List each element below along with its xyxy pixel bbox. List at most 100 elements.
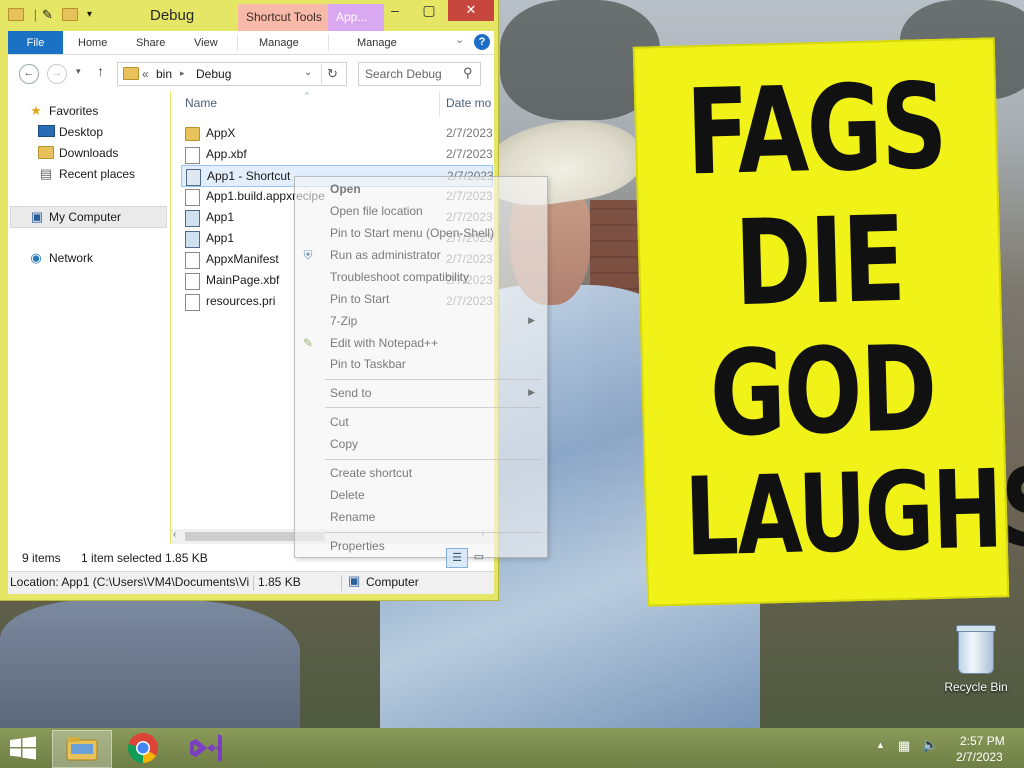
recycle-bin-shortcut[interactable]: Recycle Bin [936, 625, 1016, 694]
volume-icon[interactable]: 🔈 [922, 737, 938, 753]
column-header-name[interactable]: Name [185, 96, 217, 110]
properties-icon[interactable]: ✎ [40, 7, 55, 22]
menu-item-troubleshoot-compatibility[interactable]: Troubleshoot compatibility [330, 270, 469, 284]
sidebar-item-label: My Computer [49, 210, 122, 224]
close-button[interactable]: ✕ [448, 0, 494, 21]
file-name: MainPage.xbf [206, 273, 280, 287]
menu-separator [325, 532, 541, 533]
back-button[interactable]: ← [19, 64, 39, 84]
menu-item-send-to[interactable]: Send to [330, 386, 371, 400]
search-input[interactable]: Search Debug ⚲ [358, 62, 481, 86]
file-size: 1.85 KB [258, 575, 301, 589]
folder-icon [8, 7, 24, 22]
address-bar[interactable]: « bin ▸ Debug ⌄ ↻ [117, 62, 347, 86]
clock-date[interactable]: 2/7/2023 [956, 750, 1003, 764]
scroll-left-icon[interactable]: ‹ [173, 529, 176, 540]
menu-item-pin-to-start[interactable]: Pin to Start [330, 292, 389, 306]
location-info: Location: App1 (C:\Users\VM4\Documents\V… [10, 575, 250, 589]
minimize-button[interactable]: – [380, 0, 410, 21]
shield-icon: ⛨ [303, 248, 313, 262]
menu-item-edit-with-notepadpp[interactable]: Edit with Notepad++ [330, 336, 438, 350]
address-dropdown-icon[interactable]: ⌄ [304, 67, 312, 78]
tab-manage-shortcut[interactable]: Manage [259, 31, 299, 54]
app-icon [185, 231, 200, 248]
file-name: App1 [206, 210, 235, 224]
navigation-pane: ★ Favorites Desktop Downloads ▤ Recent p… [8, 91, 170, 544]
sidebar-item-label: Downloads [59, 146, 119, 160]
breadcrumb-overflow[interactable]: « [142, 67, 149, 81]
menu-item-open-file-location[interactable]: Open file location [330, 204, 423, 218]
tab-manage-app[interactable]: Manage [357, 31, 397, 54]
menu-item-rename[interactable]: Rename [330, 510, 375, 524]
chrome-icon [127, 733, 158, 763]
file-explorer-icon [66, 737, 98, 761]
sidebar-item-label: Recent places [59, 167, 136, 181]
doc-icon [185, 252, 200, 269]
column-divider[interactable] [439, 91, 440, 117]
taskbar-chrome[interactable] [114, 730, 172, 766]
file-row[interactable]: AppX 2/7/2023 [181, 123, 494, 143]
recycle-bin-icon [956, 625, 996, 674]
maximize-button[interactable]: ▢ [414, 0, 444, 21]
help-icon[interactable]: ? [474, 34, 490, 50]
recent-locations-chevron-icon[interactable]: ▾ [76, 66, 81, 77]
menu-separator [325, 379, 541, 380]
sign-line: DIE [733, 189, 906, 333]
large-icons-view-icon[interactable]: ▭ [470, 548, 488, 566]
desktop-icon [38, 125, 55, 139]
sidebar-item-my-computer[interactable]: ▣ My Computer [10, 206, 167, 228]
doc-icon [185, 189, 200, 206]
system-tray: ▲ ▦ 🔈 2:57 PM 2/7/2023 [870, 728, 1024, 768]
tab-view[interactable]: View [194, 31, 218, 54]
file-name: AppX [206, 126, 236, 140]
taskbar-visual-studio[interactable] [176, 730, 234, 766]
app-tools-tab[interactable]: App... [328, 4, 384, 31]
file-name: App1 - Shortcut [207, 169, 291, 183]
tab-share[interactable]: Share [136, 31, 165, 54]
menu-item-pin-to-start-menu[interactable]: Pin to Start menu (Open-Shell) [330, 226, 494, 240]
column-header-date[interactable]: Date mo [446, 96, 491, 110]
taskbar-file-explorer[interactable] [52, 730, 112, 768]
menu-item-create-shortcut[interactable]: Create shortcut [330, 466, 412, 480]
menu-item-7zip[interactable]: 7-Zip [330, 314, 357, 328]
up-arrow-icon[interactable]: ↑ [97, 63, 104, 79]
menu-item-pin-to-taskbar[interactable]: Pin to Taskbar [330, 357, 406, 371]
menu-item-copy[interactable]: Copy [330, 437, 358, 451]
file-name: AppxManifest [206, 252, 279, 266]
forward-button[interactable]: → [47, 64, 67, 84]
title-bar[interactable]: | ✎ ▾ Debug Shortcut Tools App... – ▢ ✕ [0, 0, 498, 31]
item-count: 9 items [22, 551, 61, 565]
context-menu: Open Open file location Pin to Start men… [294, 176, 548, 558]
menu-item-cut[interactable]: Cut [330, 415, 349, 429]
shortcut-tools-tab[interactable]: Shortcut Tools [238, 4, 336, 31]
breadcrumb-bin[interactable]: bin [156, 67, 172, 81]
qat-dropdown-icon[interactable]: ▾ [82, 7, 97, 22]
show-hidden-icons-icon[interactable]: ▲ [876, 740, 885, 750]
new-folder-icon[interactable] [62, 7, 78, 22]
menu-separator [325, 459, 541, 460]
clock-time[interactable]: 2:57 PM [960, 734, 1005, 748]
refresh-icon[interactable]: ↻ [327, 66, 338, 82]
chevron-down-icon[interactable]: ⌄ [455, 33, 464, 46]
file-name: App.xbf [206, 147, 247, 161]
start-button[interactable] [8, 736, 38, 760]
doc-icon [185, 273, 200, 290]
folder-icon [123, 67, 139, 81]
menu-item-delete[interactable]: Delete [330, 488, 365, 502]
tab-file[interactable]: File [8, 31, 63, 54]
breadcrumb-debug[interactable]: Debug [196, 67, 231, 81]
menu-item-open[interactable]: Open [330, 182, 361, 196]
search-icon[interactable]: ⚲ [463, 65, 473, 81]
details-view-icon[interactable]: ☰ [446, 548, 468, 568]
tab-home[interactable]: Home [78, 31, 107, 54]
network-status-icon[interactable]: ▦ [898, 738, 910, 754]
doc-icon [185, 294, 200, 311]
computer-icon: ▣ [30, 209, 44, 224]
file-row[interactable]: App.xbf 2/7/2023 [181, 144, 494, 164]
selection-info: 1 item selected 1.85 KB [81, 551, 208, 565]
menu-item-properties[interactable]: Properties [330, 539, 385, 553]
breadcrumb-separator-icon[interactable]: ▸ [180, 68, 185, 79]
zone-label: Computer [366, 575, 419, 589]
menu-separator [325, 407, 541, 408]
menu-item-run-as-administrator[interactable]: Run as administrator [330, 248, 441, 262]
